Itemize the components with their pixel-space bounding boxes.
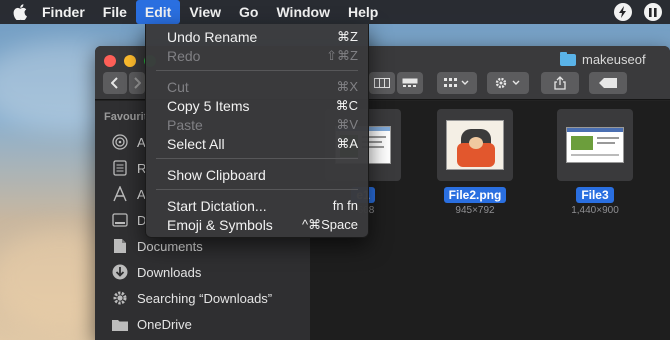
close-button[interactable] [104,55,116,67]
sidebar-header: Favourit [104,111,148,123]
documents-icon [111,237,129,255]
menu-finder[interactable]: Finder [40,0,94,24]
gear-icon [111,289,129,307]
menu-separator [156,158,358,159]
menu-item-shortcut: ⌘V [336,116,358,132]
menu-item-paste: Paste ⌘V [146,115,368,134]
sidebar-item-documents[interactable]: Documents [111,235,203,257]
menu-item-copy[interactable]: Copy 5 Items ⌘C [146,96,368,115]
sidebar-item-label: OneDrive [137,316,192,332]
image-thumbnail [446,120,504,170]
downloads-icon [111,263,129,281]
sidebar-item-label: Documents [137,238,203,254]
applications-icon [111,185,129,203]
file-thumbnail [437,109,513,181]
forward-icon [134,77,141,89]
share-button[interactable] [541,72,579,94]
gallery-view-button[interactable] [397,72,423,94]
recents-icon [111,159,129,177]
file-name[interactable]: File3 [576,187,614,203]
menu-item-select-all[interactable]: Select All ⌘A [146,134,368,153]
menu-item-shortcut: fn fn [332,198,358,213]
menu-item-label: Select All [167,135,225,152]
menu-item-label: Cut [167,78,189,95]
group-icon [444,78,469,87]
menu-item-shortcut: ⌘Z [337,28,358,44]
menu-item-shortcut: ⌘A [336,135,358,151]
file-name[interactable]: File2.png [443,187,507,203]
share-icon [554,76,566,90]
menu-item-start-dictation[interactable]: Start Dictation... fn fn [146,196,368,215]
sidebar-item-airdrop[interactable]: A [111,131,146,153]
minimize-button[interactable] [124,55,136,67]
menu-item-label: Undo Rename [167,28,258,45]
file-dimensions: 1,440×900 [571,205,619,216]
pause-icon[interactable] [644,3,662,21]
menu-item-shortcut: ^⌘Space [302,216,358,232]
desktop-icon [111,211,129,229]
menu-item-emoji-symbols[interactable]: Emoji & Symbols ^⌘Space [146,215,368,234]
file-item-file3[interactable]: File3 1,440×900 [547,109,643,216]
column-view-icon [374,78,390,88]
menu-item-label: Redo [167,47,201,64]
menu-item-label: Show Clipboard [167,166,266,183]
menu-bar: Finder File Edit View Go Window Help [0,0,670,24]
sidebar-item-label: Searching “Downloads” [137,290,273,306]
menu-item-redo: Redo ⇧⌘Z [146,46,368,65]
back-icon [111,77,118,89]
sidebar-item-downloads[interactable]: Downloads [111,261,201,283]
menu-item-shortcut: ⇧⌘Z [326,47,358,63]
menu-edit[interactable]: Edit [135,0,181,24]
window-title-text: makeuseof [582,52,646,67]
menu-item-label: Copy 5 Items [167,97,250,114]
menu-item-shortcut: ⌘X [336,78,358,94]
back-button[interactable] [103,72,127,94]
menu-item-show-clipboard[interactable]: Show Clipboard [146,165,368,184]
tag-icon [599,78,617,88]
sidebar-item-applications[interactable]: A [111,183,146,205]
action-gear-icon [495,77,520,89]
menu-file[interactable]: File [94,0,136,24]
window-title: makeuseof [560,51,646,67]
column-view-button[interactable] [369,72,395,94]
file-thumbnail [557,109,633,181]
bolt-icon[interactable] [614,3,632,21]
edit-menu-dropdown: Undo Rename ⌘Z Redo ⇧⌘Z Cut ⌘X Copy 5 It… [145,24,369,238]
menu-separator [156,70,358,71]
sidebar-item-label: Downloads [137,264,202,280]
folder-icon [560,51,576,66]
menu-window[interactable]: Window [267,0,339,24]
file-dimensions: 945×792 [455,205,495,216]
apple-icon[interactable] [0,4,40,20]
menu-help[interactable]: Help [339,0,387,24]
sidebar-item-recents[interactable]: R [111,157,146,179]
status-area [614,0,662,24]
menu-item-cut: Cut ⌘X [146,77,368,96]
file-item-file2[interactable]: File2.png 945×792 [427,109,523,216]
menu-view[interactable]: View [180,0,230,24]
menu-item-shortcut: ⌘C [335,97,358,113]
airdrop-icon [111,133,129,151]
menu-separator [156,189,358,190]
action-button[interactable] [487,72,529,94]
sidebar-item-onedrive[interactable]: OneDrive [111,313,192,335]
menu-item-undo-rename[interactable]: Undo Rename ⌘Z [146,27,368,46]
menu-item-label: Paste [167,116,203,133]
gallery-view-icon [402,78,418,87]
menu-item-label: Emoji & Symbols [167,216,273,233]
menu-go[interactable]: Go [230,0,267,24]
tag-button[interactable] [589,72,627,94]
group-button[interactable] [437,72,477,94]
forward-button[interactable] [129,72,145,94]
screenshot-thumbnail [566,127,624,163]
sidebar-item-desktop[interactable]: D [111,209,146,231]
sidebar-item-searching-downloads[interactable]: Searching “Downloads” [111,287,272,309]
folder-icon [111,315,129,333]
menu-item-label: Start Dictation... [167,197,267,214]
